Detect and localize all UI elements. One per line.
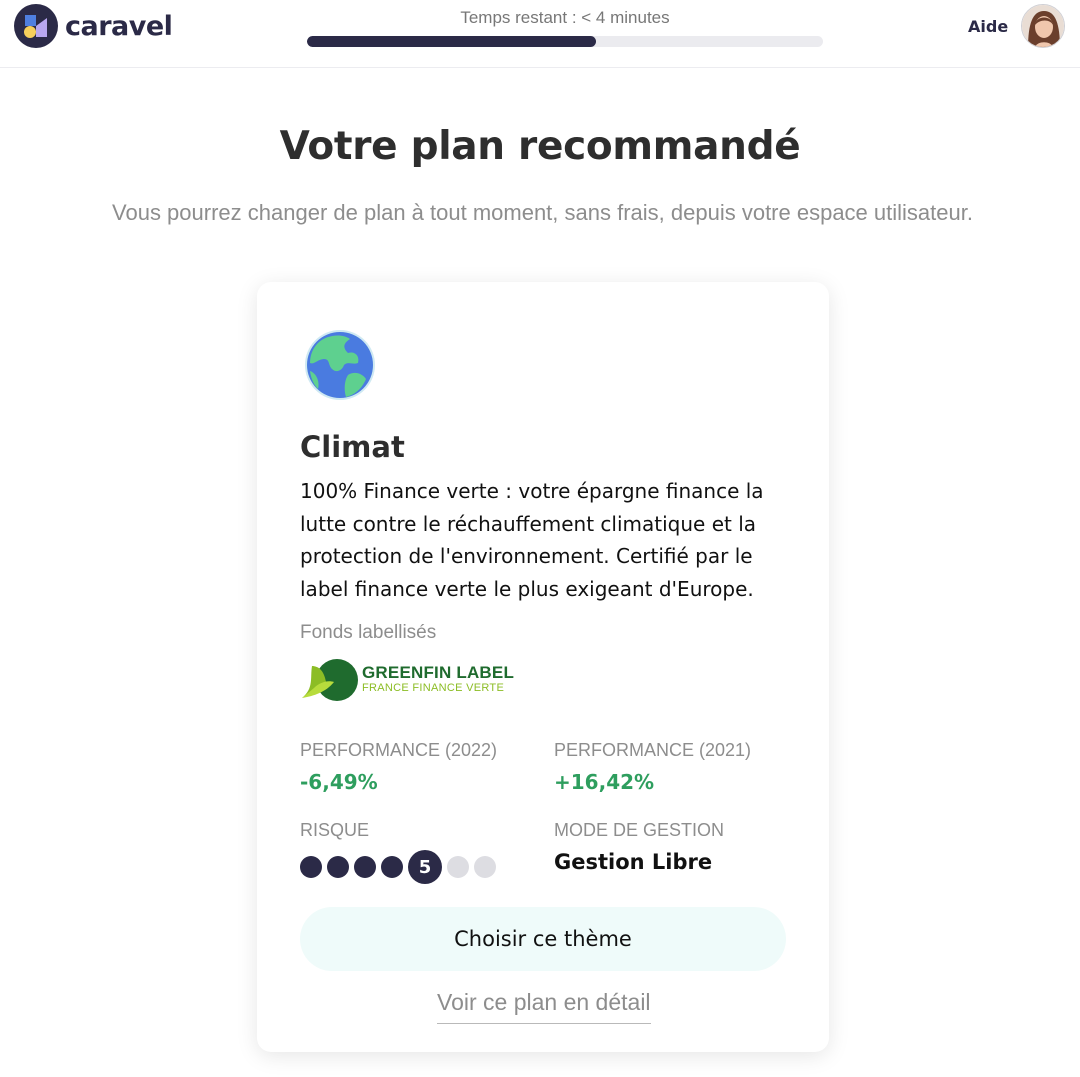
greenfin-label-logo: GREENFIN LABEL FRANCE FINANCE VERTE <box>300 658 514 702</box>
page-subtitle: Vous pourrez changer de plan à tout mome… <box>112 200 973 225</box>
view-plan-details-link[interactable]: Voir ce plan en détail <box>437 989 651 1024</box>
progress-bar-fill <box>307 36 596 47</box>
risk-dot-filled <box>300 856 322 878</box>
risk-level-current: 5 <box>408 850 442 884</box>
management-mode-label: MODE DE GESTION <box>554 820 725 840</box>
help-link[interactable]: Aide <box>968 17 1008 36</box>
choose-theme-button[interactable]: Choisir ce thème <box>300 907 786 971</box>
risk-scale: 5 <box>300 850 501 884</box>
perf-2021-label: PERFORMANCE (2021) <box>554 740 752 760</box>
risk-dot-filled <box>381 856 403 878</box>
perf-2021-value: +16,42% <box>554 770 655 794</box>
plan-card: Climat 100% Finance verte : votre épargn… <box>257 282 829 1052</box>
plan-name: Climat <box>300 430 405 464</box>
risk-dot-empty <box>474 856 496 878</box>
perf-2022-value: -6,49% <box>300 770 378 794</box>
globe-icon <box>305 330 375 400</box>
brand-name: caravel <box>65 10 173 42</box>
caravel-logo[interactable]: caravel <box>14 4 173 48</box>
caravel-logo-icon <box>14 4 58 48</box>
user-avatar-icon <box>1022 5 1064 47</box>
management-mode-value: Gestion Libre <box>554 850 713 874</box>
plan-description: 100% Finance verte : votre épargne finan… <box>300 479 764 601</box>
funds-label: Fonds labellisés <box>300 622 437 643</box>
greenfin-title: GREENFIN LABEL <box>362 663 515 682</box>
risk-dot-filled <box>354 856 376 878</box>
risk-label: RISQUE <box>300 820 370 840</box>
greenfin-subtitle: FRANCE FINANCE VERTE <box>362 682 505 694</box>
time-remaining-label: Temps restant : < 4 minutes <box>460 8 670 27</box>
greenfin-leaf-icon <box>302 659 358 701</box>
avatar[interactable] <box>1021 4 1065 48</box>
perf-2022-label: PERFORMANCE (2022) <box>300 740 498 760</box>
time-remaining: Temps restant : < 4 minutes <box>307 8 823 47</box>
risk-dot-empty <box>447 856 469 878</box>
risk-dot-filled <box>327 856 349 878</box>
top-bar: caravel Temps restant : < 4 minutes Aide <box>0 0 1080 68</box>
page-title: Votre plan recommandé <box>279 124 801 169</box>
progress-bar <box>307 36 823 47</box>
